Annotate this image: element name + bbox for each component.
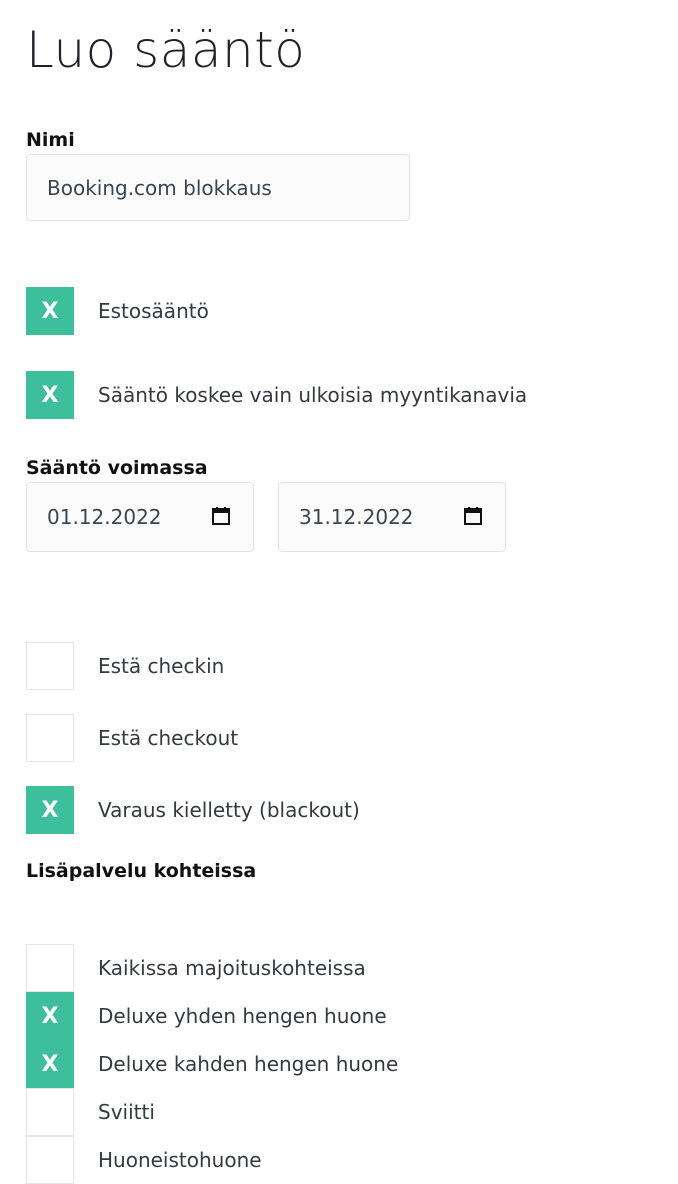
block-checkin-label: Estä checkin	[98, 654, 225, 678]
start-date-input[interactable]: 01.12.2022	[26, 482, 254, 552]
all-properties-checkbox[interactable]	[26, 944, 74, 992]
check-mark-icon: X	[41, 298, 59, 324]
apartment-room-checkbox[interactable]	[26, 1136, 74, 1184]
deluxe-single-label: Deluxe yhden hengen huone	[98, 1004, 387, 1028]
deluxe-double-label: Deluxe kahden hengen huone	[98, 1052, 399, 1076]
external-channels-checkbox[interactable]: X	[26, 371, 74, 419]
deluxe-double-checkbox[interactable]: X	[26, 1040, 74, 1088]
check-mark-icon: X	[41, 1003, 59, 1029]
end-date-value: 31.12.2022	[299, 505, 414, 529]
block-rule-checkbox[interactable]: X	[26, 287, 74, 335]
name-input[interactable]: Booking.com blokkaus	[26, 154, 410, 221]
end-date-input[interactable]: 31.12.2022	[278, 482, 506, 552]
check-mark-icon: X	[41, 797, 59, 823]
block-checkin-checkbox[interactable]	[26, 642, 74, 690]
deluxe-single-checkbox[interactable]: X	[26, 992, 74, 1040]
blackout-label: Varaus kielletty (blackout)	[98, 798, 360, 822]
blackout-checkbox[interactable]: X	[26, 786, 74, 834]
all-properties-label: Kaikissa majoituskohteissa	[98, 956, 366, 980]
validity-label: Sääntö voimassa	[26, 457, 208, 479]
name-input-value: Booking.com blokkaus	[47, 175, 272, 200]
calendar-icon[interactable]	[211, 506, 231, 526]
check-mark-icon: X	[41, 382, 59, 408]
check-mark-icon: X	[41, 1051, 59, 1077]
page-title: Luo sääntö	[26, 21, 306, 79]
addons-label: Lisäpalvelu kohteissa	[26, 860, 257, 882]
suite-label: Sviitti	[98, 1100, 155, 1124]
block-checkout-label: Estä checkout	[98, 726, 239, 750]
block-rule-label: Estosääntö	[98, 299, 209, 323]
calendar-icon[interactable]	[463, 506, 483, 526]
apartment-room-label: Huoneistohuone	[98, 1148, 262, 1172]
name-label: Nimi	[26, 129, 75, 151]
suite-checkbox[interactable]	[26, 1088, 74, 1136]
block-checkout-checkbox[interactable]	[26, 714, 74, 762]
external-channels-label: Sääntö koskee vain ulkoisia myyntikanavi…	[98, 383, 528, 407]
start-date-value: 01.12.2022	[47, 505, 162, 529]
